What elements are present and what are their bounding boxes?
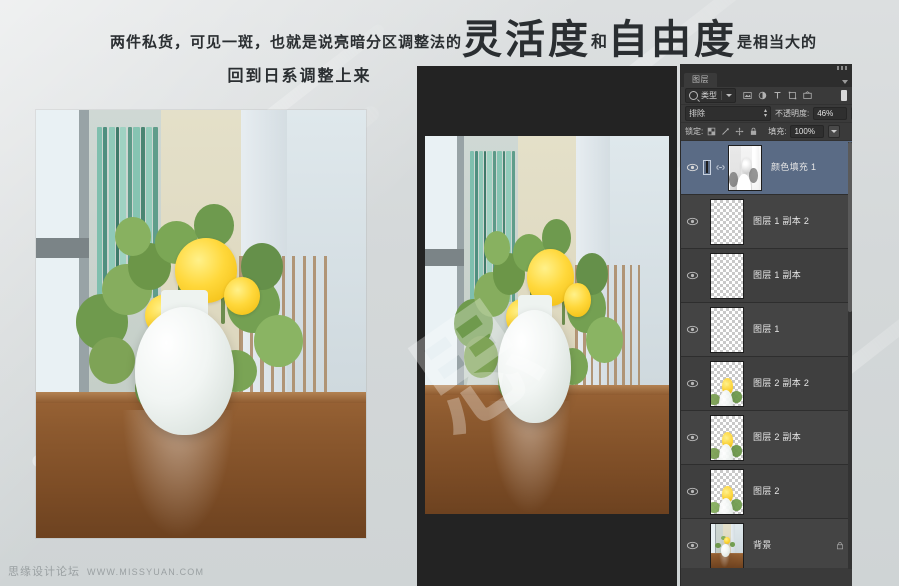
tab-layers[interactable]: 图层 <box>684 73 717 87</box>
layer-thumbnail[interactable] <box>710 198 744 245</box>
layer-visibility-icon[interactable] <box>686 539 699 552</box>
stepper-arrows-icon: ▴ ▾ <box>763 107 767 119</box>
layer-filter-row: 类型 <box>681 87 852 105</box>
headline-emphasis-2: 自由度 <box>608 16 737 63</box>
layer-visibility-icon[interactable] <box>686 377 699 390</box>
fill-label: 填充: <box>768 126 787 136</box>
table-row[interactable]: 图层 2 副本 2 <box>681 357 852 411</box>
lock-icon <box>837 542 843 550</box>
lock-transparent-pixels-icon[interactable] <box>707 127 716 136</box>
layer-name[interactable]: 图层 1 <box>753 325 780 334</box>
panel-grip-icon <box>837 66 847 70</box>
photo-after <box>425 136 669 514</box>
layer-visibility-icon[interactable] <box>686 161 699 174</box>
photo-before <box>36 110 366 538</box>
headline-conjunction: 和 <box>590 32 608 51</box>
search-icon <box>689 91 698 100</box>
site-name: 思缘设计论坛 <box>8 566 80 578</box>
layers-panel: 图层 类型 排除 ▴ ▾ 不透明度: 46% 锁定: 填充: 100% 颜色填充… <box>680 64 852 586</box>
type-layer-icon[interactable] <box>773 91 782 100</box>
opacity-label: 不透明度: <box>775 108 810 118</box>
layer-visibility-icon[interactable] <box>686 431 699 444</box>
layer-name[interactable]: 图层 2 <box>753 487 780 496</box>
panel-drag-bar[interactable] <box>681 64 852 73</box>
layer-thumbnail[interactable] <box>710 522 744 568</box>
table-row[interactable]: 图层 1 副本 <box>681 249 852 303</box>
table-row[interactable]: 背景 <box>681 519 852 568</box>
lock-all-icon[interactable] <box>749 127 758 136</box>
layer-thumbnail[interactable] <box>710 468 744 515</box>
layer-visibility-icon[interactable] <box>686 323 699 336</box>
flower-vase-scene-edited <box>425 136 669 514</box>
layer-name[interactable]: 图层 1 副本 <box>753 271 801 280</box>
layer-name[interactable]: 图层 1 副本 2 <box>753 217 809 226</box>
shape-layer-icon[interactable] <box>788 91 797 100</box>
layer-visibility-icon[interactable] <box>686 269 699 282</box>
lock-image-pixels-icon[interactable] <box>721 127 730 136</box>
headline-lead-text: 两件私货，可见一斑，也就是说亮暗分区调整法的 <box>109 33 462 51</box>
adjustment-layer-icon[interactable] <box>758 91 767 100</box>
lock-label: 锁定: <box>685 126 704 136</box>
layer-name[interactable]: 颜色填充 1 <box>771 163 816 172</box>
layer-thumbnail-fill[interactable] <box>706 161 708 173</box>
layer-visibility-icon[interactable] <box>686 215 699 228</box>
flower-vase-scene <box>36 110 366 538</box>
lock-buttons <box>707 127 758 136</box>
table-row[interactable]: 图层 2 <box>681 465 852 519</box>
opacity-stepper[interactable] <box>851 107 852 120</box>
blend-mode-value: 排除 <box>689 108 705 118</box>
filter-enable-toggle[interactable] <box>841 90 847 101</box>
layer-mask-thumbnail[interactable] <box>728 144 762 191</box>
blend-mode-select[interactable]: 排除 ▴ ▾ <box>685 106 771 121</box>
footer-watermark: 思缘设计论坛 WWW.MISSYUAN.COM <box>8 563 204 579</box>
layer-visibility-icon[interactable] <box>686 485 699 498</box>
lock-position-icon[interactable] <box>735 127 744 136</box>
panel-tab-bar: 图层 <box>681 73 852 87</box>
layer-name[interactable]: 背景 <box>753 541 772 550</box>
filter-type-label: 类型 <box>701 90 717 100</box>
fill-stepper[interactable] <box>828 125 841 138</box>
layer-thumbnail[interactable] <box>710 414 744 461</box>
filter-type-icons <box>743 91 812 100</box>
panel-menu-icon[interactable] <box>842 80 848 84</box>
table-row[interactable]: 图层 1 <box>681 303 852 357</box>
layer-name[interactable]: 图层 2 副本 <box>753 433 801 442</box>
lock-fill-row: 锁定: 填充: 100% <box>681 123 852 141</box>
layer-list[interactable]: 颜色填充 1 图层 1 副本 2 图层 1 副本 图层 1 图层 2 副本 2 … <box>681 141 852 568</box>
headline-emphasis-1: 灵活度 <box>461 16 591 63</box>
headline-trail-text: 是相当大的 <box>737 33 818 51</box>
site-url: WWW.MISSYUAN.COM <box>87 567 205 577</box>
table-row[interactable]: 颜色填充 1 <box>681 141 852 195</box>
table-row[interactable]: 图层 2 副本 <box>681 411 852 465</box>
layer-list-scrollbar[interactable] <box>848 142 852 569</box>
headline-line-1: 两件私货，可见一斑，也就是说亮暗分区调整法的灵活度和自由度是相当大的 <box>0 14 899 60</box>
page-root: 两件私货，可见一斑，也就是说亮暗分区调整法的灵活度和自由度是相当大的 回到日系调… <box>0 0 899 586</box>
layer-thumbnail-frame <box>703 160 711 175</box>
mask-link-icon[interactable] <box>716 162 725 173</box>
layer-thumbnail[interactable] <box>710 252 744 299</box>
layer-thumbnail[interactable] <box>710 306 744 353</box>
smart-object-icon[interactable] <box>803 91 812 100</box>
chevron-down-icon <box>726 94 732 97</box>
layer-thumbnail[interactable] <box>710 360 744 407</box>
layer-name[interactable]: 图层 2 副本 2 <box>753 379 809 388</box>
opacity-value[interactable]: 46% <box>813 107 848 120</box>
filter-type-dropdown[interactable]: 类型 <box>685 88 736 103</box>
photoshop-document-window <box>417 66 677 586</box>
scrollbar-thumb[interactable] <box>848 142 852 312</box>
table-row[interactable]: 图层 1 副本 2 <box>681 195 852 249</box>
pixel-layer-icon[interactable] <box>743 91 752 100</box>
fill-value[interactable]: 100% <box>790 125 825 138</box>
blend-opacity-row: 排除 ▴ ▾ 不透明度: 46% <box>681 105 852 123</box>
